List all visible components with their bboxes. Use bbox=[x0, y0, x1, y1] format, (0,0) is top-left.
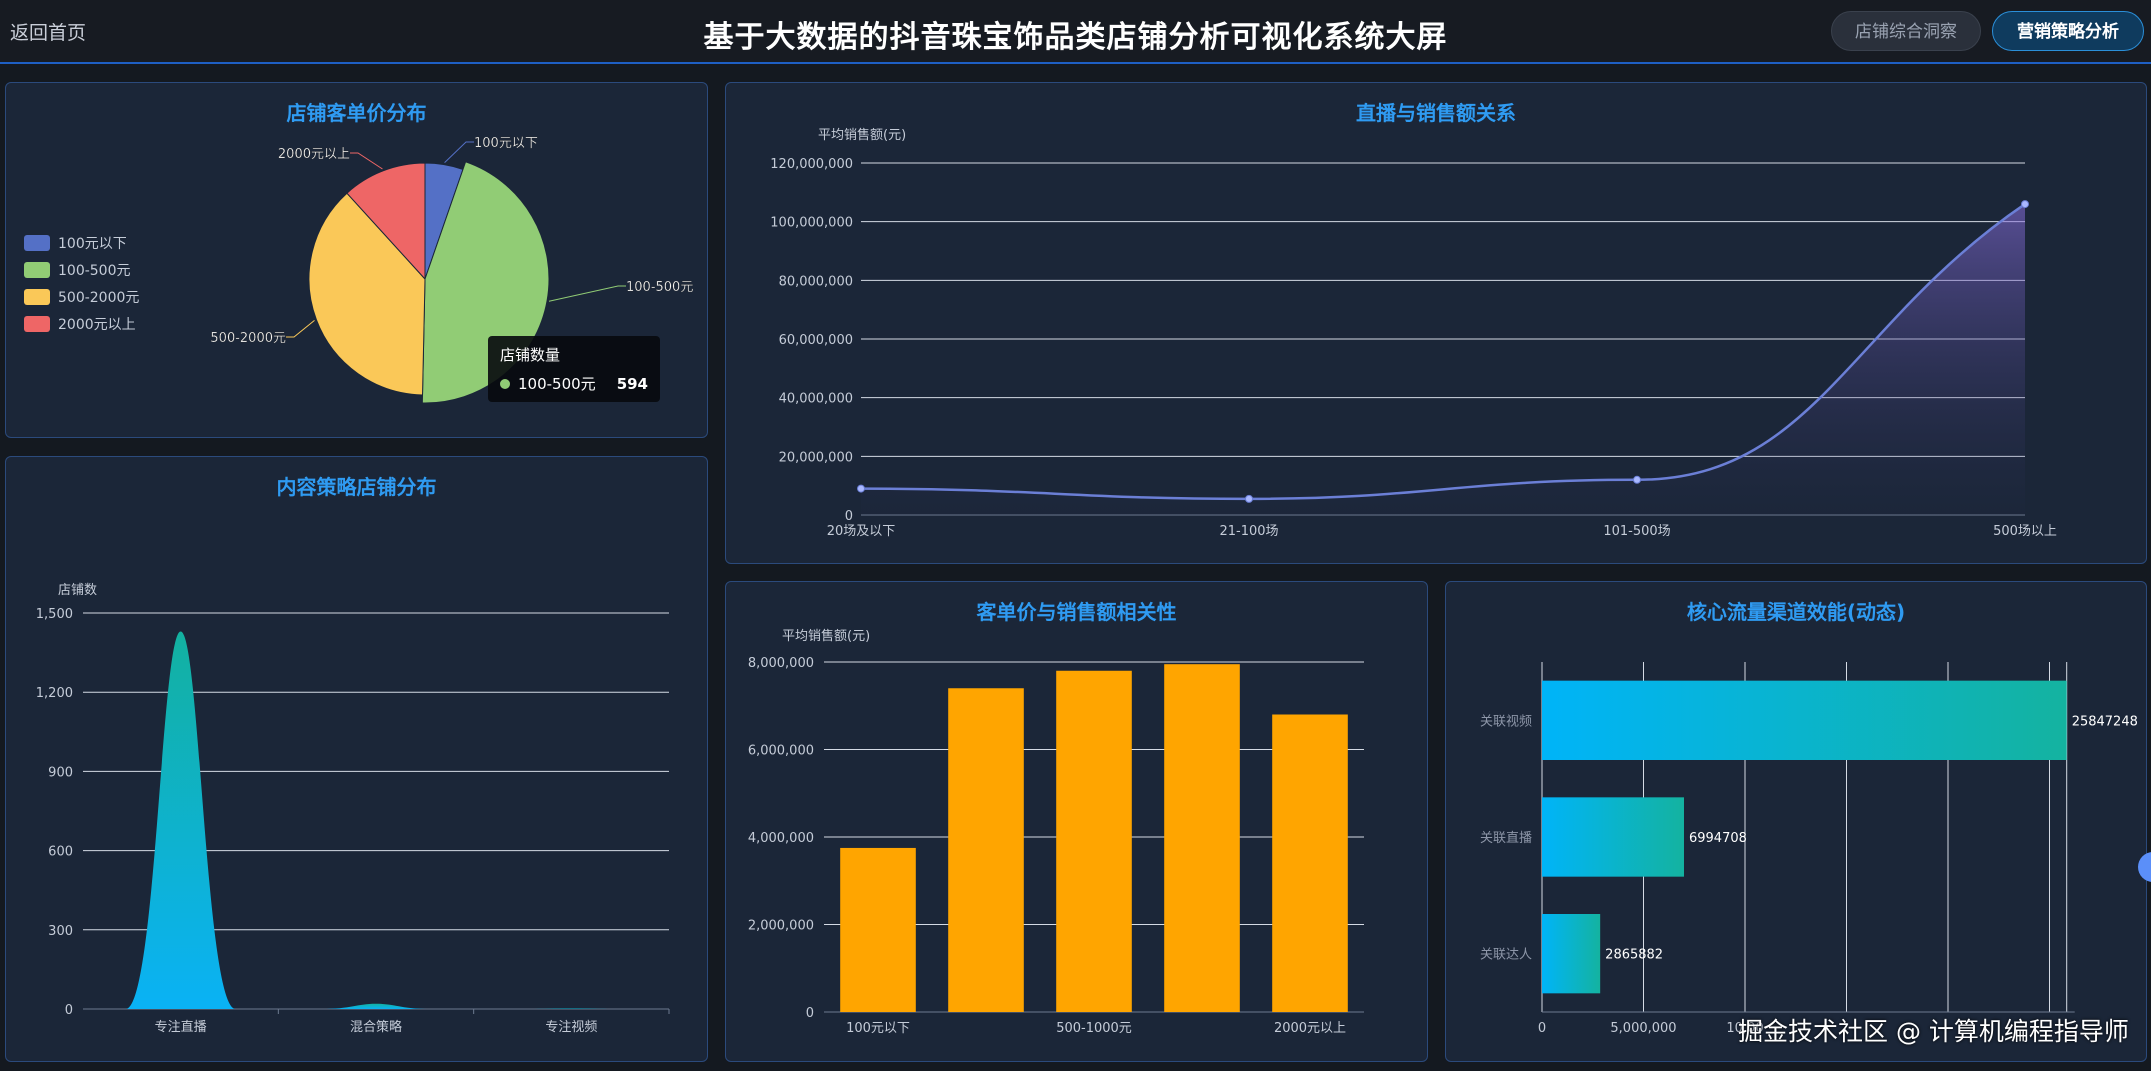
tooltip-row: 100-500元 594 bbox=[500, 373, 648, 394]
x-tick-label: 0 bbox=[1538, 1021, 1546, 1036]
x-tick-label: 混合策略 bbox=[350, 1019, 402, 1035]
data-point bbox=[1633, 475, 1641, 484]
y-tick-label: 2,000,000 bbox=[748, 919, 814, 934]
y-tick-label: 关联达人 bbox=[1480, 948, 1532, 963]
page-title: 基于大数据的抖音珠宝饰品类店铺分析可视化系统大屏 bbox=[703, 20, 1448, 55]
y-tick-label: 0 bbox=[845, 509, 853, 524]
y-tick-label: 0 bbox=[806, 1006, 814, 1021]
pie-panel: 店铺客单价分布 100元以下 100-500元 500-2000元 2000元以上 1… bbox=[5, 82, 708, 438]
x-tick-label: 500-1000元 bbox=[1056, 1021, 1132, 1036]
x-tick-label: 500场以上 bbox=[1993, 524, 2057, 539]
y-tick-label: 120,000,000 bbox=[770, 157, 853, 172]
y-tick-label: 900 bbox=[48, 765, 73, 780]
tooltip-title: 店铺数量 bbox=[500, 346, 561, 364]
x-tick-label: 20场及以下 bbox=[827, 524, 896, 539]
y-tick-label: 80,000,000 bbox=[779, 274, 853, 289]
data-point bbox=[1245, 494, 1253, 503]
bar bbox=[1164, 664, 1240, 1012]
hbar-panel: 核心流量渠道效能(动态) 关联视频 25847248 关联直播 6994708 关联达人… bbox=[1445, 581, 2147, 1062]
pie-slice-label: 500-2000元 bbox=[210, 331, 286, 346]
bar bbox=[840, 847, 916, 1012]
pie-tooltip: 店铺数量 100-500元 594 bbox=[488, 336, 660, 402]
hbar bbox=[1542, 680, 2067, 760]
line-chart: 平均销售额(元) 0 20,000,000 40,000,000 60,000,000 8… bbox=[770, 127, 2057, 539]
x-tick-label: 2000元以上 bbox=[1274, 1021, 1346, 1036]
bar bbox=[1056, 670, 1132, 1012]
area-peak bbox=[125, 631, 236, 1009]
pie-slice-label: 100元以下 bbox=[474, 136, 538, 151]
nav-marketing-analysis-button[interactable]: 营销策略分析 bbox=[1992, 11, 2144, 51]
bar-chart: 平均销售额(元) 0 2,000,000 4,000,000 6,000,000 8,00… bbox=[748, 628, 1364, 1036]
area-chart: 店铺数 0 300 600 900 1,200 1,500 专注直播 混合策略 专注视频 bbox=[36, 583, 670, 1035]
y-tick-label: 关联直播 bbox=[1480, 831, 1532, 846]
x-tick-label: 101-500场 bbox=[1603, 524, 1670, 539]
tooltip-value: 594 bbox=[616, 374, 648, 393]
y-tick-label: 4,000,000 bbox=[748, 831, 814, 846]
bar-panel: 客单价与销售额相关性 平均销售额(元) 0 2,000,000 4,000,000 6,… bbox=[725, 581, 1428, 1062]
tooltip-label: 100-500元 bbox=[518, 375, 596, 393]
bar bbox=[1272, 714, 1348, 1012]
hbar-chart: 关联视频 25847248 关联直播 6994708 关联达人 2865882 0 5,000… bbox=[1480, 662, 2138, 1036]
data-point bbox=[857, 484, 865, 493]
y-tick-label: 300 bbox=[48, 924, 73, 939]
x-tick-label: 专注直播 bbox=[155, 1020, 207, 1035]
y-tick-label: 600 bbox=[48, 845, 73, 860]
x-tick-label: 100元以下 bbox=[846, 1021, 910, 1036]
x-tick-label: 5,000,000 bbox=[1610, 1021, 1676, 1036]
hbar bbox=[1542, 914, 1601, 994]
x-tick-label: 专注视频 bbox=[545, 1020, 597, 1035]
y-tick-label: 关联视频 bbox=[1480, 714, 1532, 729]
y-tick-label: 0 bbox=[65, 1003, 73, 1018]
y-axis-label: 店铺数 bbox=[58, 583, 97, 598]
line-panel: 直播与销售额关系 平均销售额(元) 0 20,000,000 40,000,000 60… bbox=[725, 82, 2147, 564]
watermark: 掘金技术社区 @ 计算机编程指导师 bbox=[1738, 1017, 2129, 1046]
y-tick-label: 40,000,000 bbox=[779, 392, 853, 407]
line-area bbox=[861, 204, 2025, 516]
pie-label-line bbox=[548, 285, 626, 302]
pie-label-line bbox=[286, 320, 315, 338]
y-tick-label: 8,000,000 bbox=[748, 656, 814, 671]
top-bar: 返回首页 基于大数据的抖音珠宝饰品类店铺分析可视化系统大屏 店铺综合洞察 营销策… bbox=[0, 0, 2151, 64]
pie-label-line bbox=[350, 152, 383, 170]
y-tick-label: 20,000,000 bbox=[779, 450, 853, 465]
bar-value-label: 25847248 bbox=[2072, 714, 2138, 729]
bar-value-label: 2865882 bbox=[1605, 948, 1663, 963]
x-tick-label: 21-100场 bbox=[1219, 524, 1278, 539]
hbar bbox=[1542, 797, 1684, 877]
y-tick-label: 6,000,000 bbox=[748, 744, 814, 759]
tooltip-dot bbox=[500, 378, 510, 389]
pie-slice-label: 100-500元 bbox=[626, 280, 693, 295]
y-tick-label: 1,500 bbox=[36, 607, 73, 622]
y-tick-label: 1,200 bbox=[36, 686, 73, 701]
y-tick-label: 100,000,000 bbox=[770, 216, 853, 231]
area-panel: 内容策略店铺分布 店铺数 0 300 600 900 1,200 1,500 专注直播 混合策略… bbox=[5, 456, 708, 1062]
y-axis-label: 平均销售额(元) bbox=[818, 127, 906, 143]
y-tick-label: 60,000,000 bbox=[779, 333, 853, 348]
bar-value-label: 6994708 bbox=[1689, 831, 1747, 846]
data-point bbox=[2021, 200, 2029, 209]
y-axis-label: 平均销售额(元) bbox=[782, 628, 870, 644]
pie-slice-label: 2000元以上 bbox=[278, 147, 350, 162]
nav-store-insight-button[interactable]: 店铺综合洞察 bbox=[1831, 11, 1981, 51]
area-peak bbox=[321, 1003, 431, 1009]
bar bbox=[948, 688, 1024, 1012]
pie-label-line bbox=[444, 141, 474, 163]
